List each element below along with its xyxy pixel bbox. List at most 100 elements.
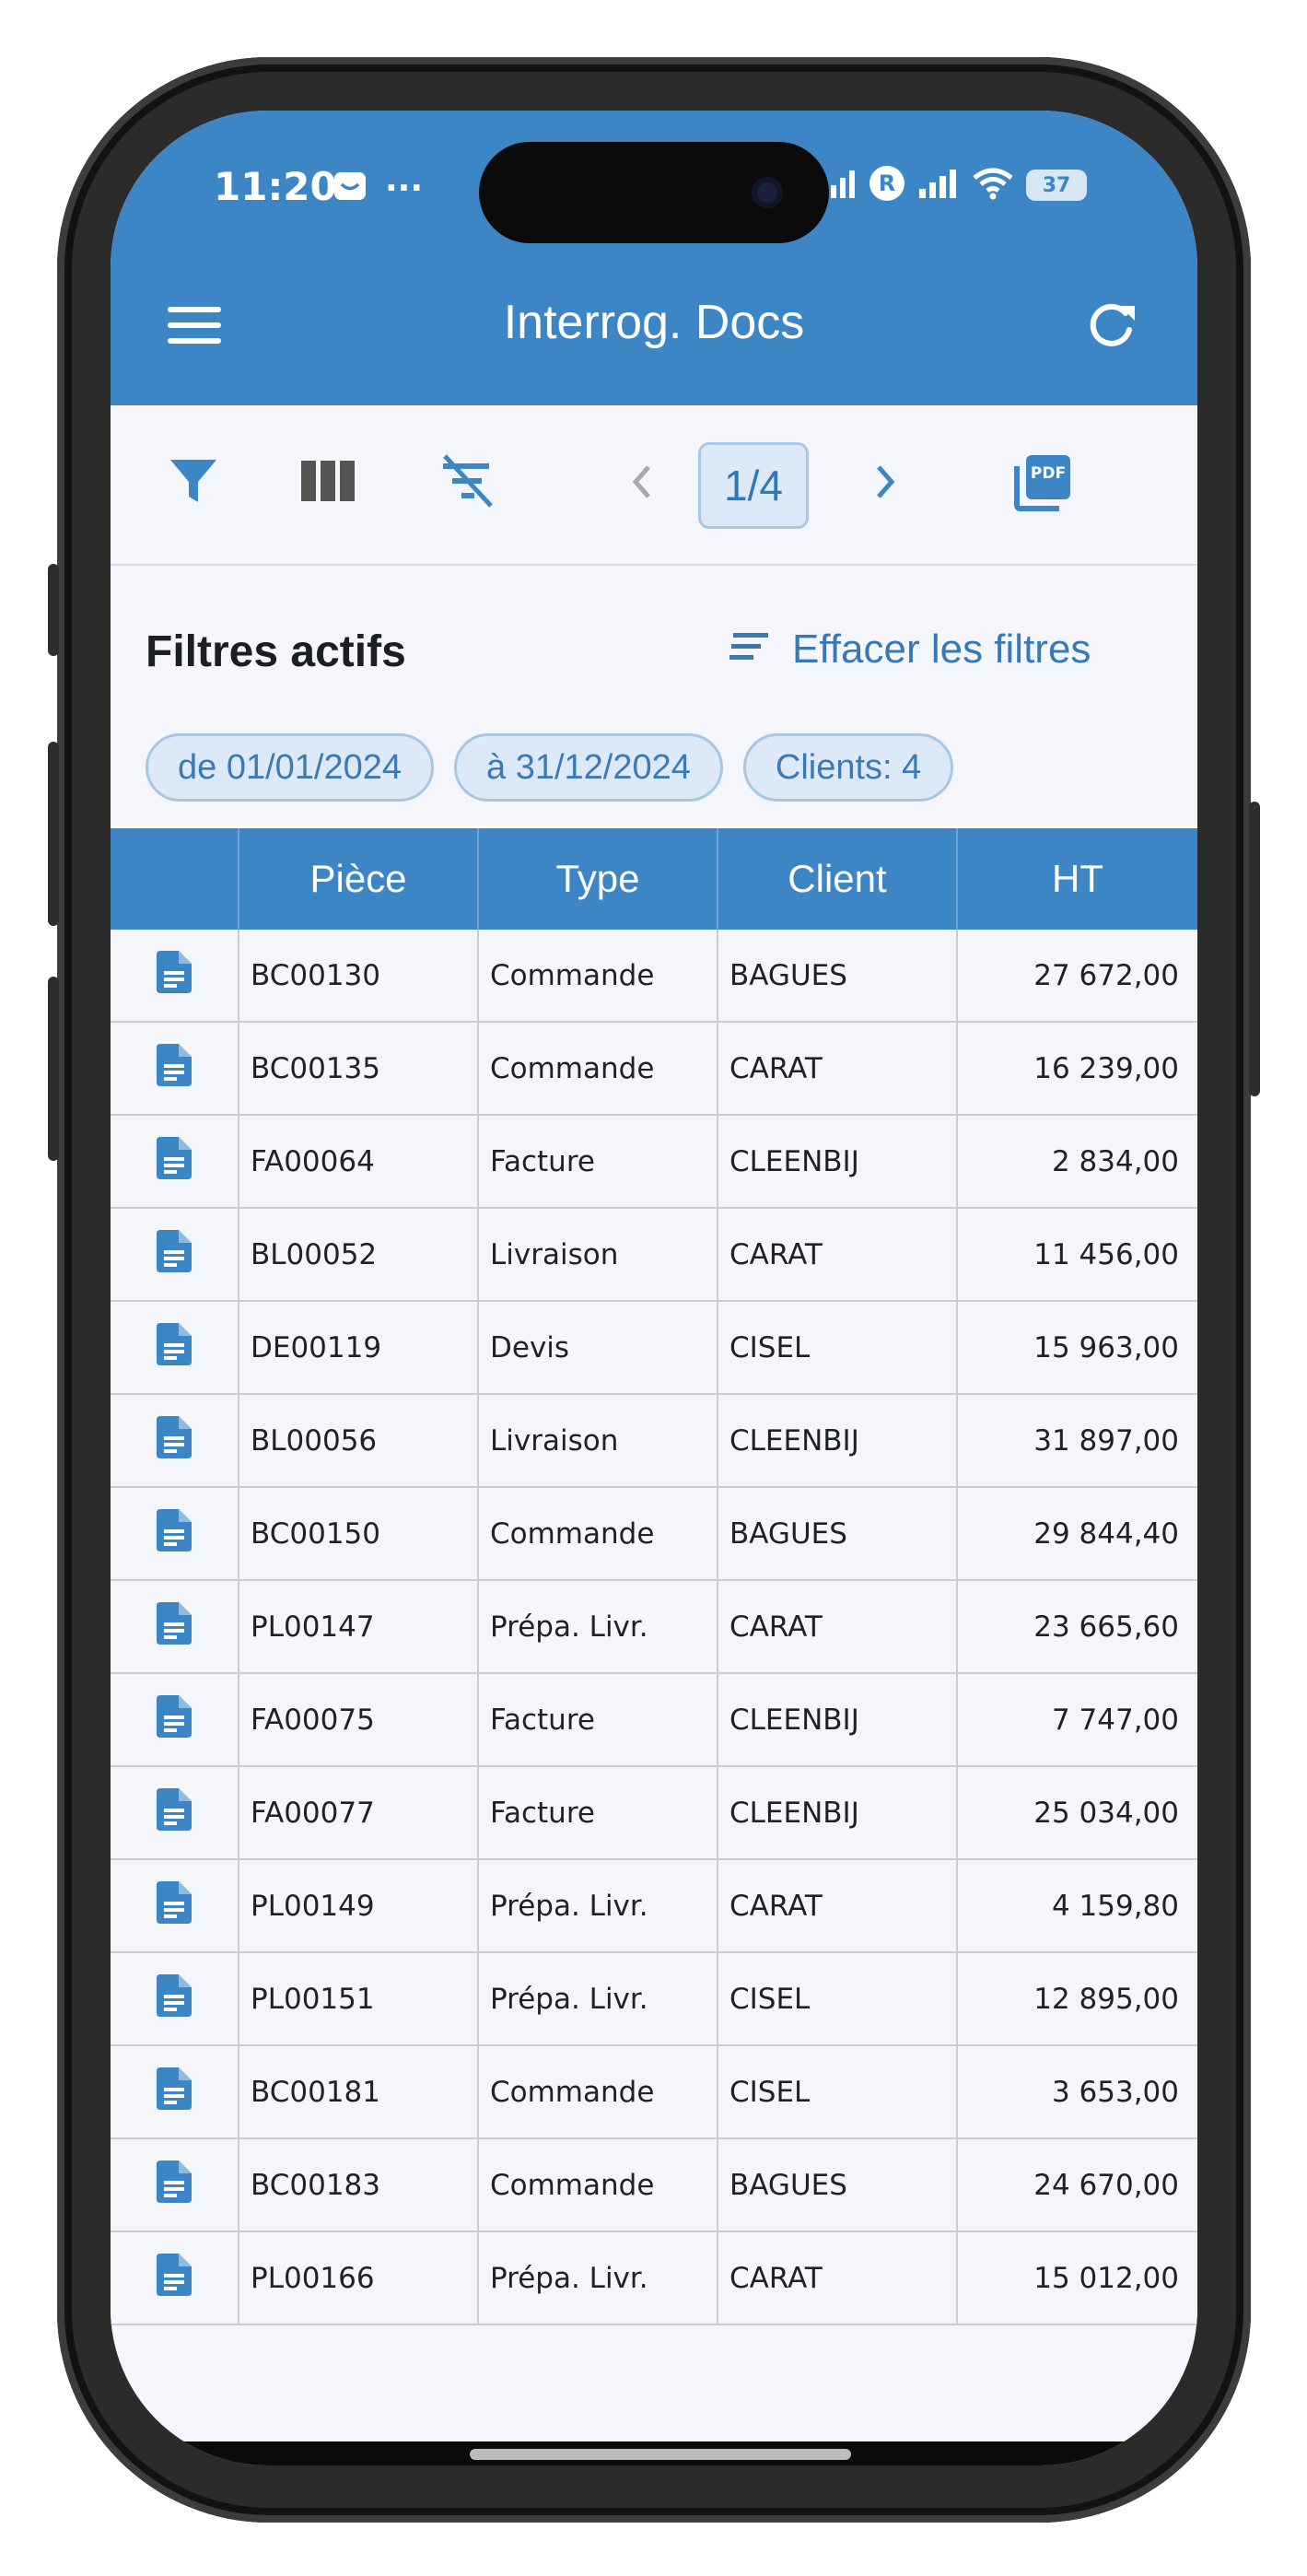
table-row[interactable]: BC00130 Commande BAGUES 27 672,00 <box>111 930 1197 1023</box>
cell-type: Commande <box>479 2046 718 2137</box>
status-dots: ··· <box>385 169 424 207</box>
document-icon[interactable] <box>157 1136 192 1187</box>
column-header-ht[interactable]: HT <box>958 828 1197 930</box>
document-icon[interactable] <box>157 2067 192 2117</box>
phone-volume-down-button <box>48 977 59 1161</box>
clear-filter-button[interactable] <box>435 450 501 516</box>
r-badge-icon: R <box>868 164 906 206</box>
next-page-button[interactable] <box>860 459 910 509</box>
cell-client: CISEL <box>718 2046 958 2137</box>
document-icon-cell[interactable] <box>111 2139 239 2231</box>
document-icon[interactable] <box>157 2160 192 2210</box>
document-icon-cell[interactable] <box>111 1767 239 1858</box>
cell-ht: 24 670,00 <box>1033 2168 1179 2202</box>
status-right-icons: R 37 <box>829 164 1087 206</box>
phone-action-button <box>48 564 59 656</box>
document-icon-cell[interactable] <box>111 1023 239 1114</box>
cell-piece: FA00077 <box>239 1767 479 1858</box>
cell-client: CISEL <box>718 1953 958 2044</box>
signal-icon-2 <box>917 167 960 204</box>
filter-chip-date-to[interactable]: à 31/12/2024 <box>454 733 723 802</box>
document-icon[interactable] <box>157 1601 192 1652</box>
cell-type: Commande <box>479 2139 718 2231</box>
cell-ht: 23 665,60 <box>1033 1610 1179 1644</box>
refresh-icon <box>1083 299 1138 357</box>
status-left-icons: ··· <box>332 168 423 208</box>
table-row[interactable]: BC00181 Commande CISEL 3 653,00 <box>111 2046 1197 2139</box>
table-row[interactable]: DE00119 Devis CISEL 15 963,00 <box>111 1302 1197 1395</box>
document-icon-cell[interactable] <box>111 1116 239 1207</box>
table-row[interactable]: FA00075 Facture CLEENBIJ 7 747,00 <box>111 1674 1197 1767</box>
table-row[interactable]: PL00151 Prépa. Livr. CISEL 12 895,00 <box>111 1953 1197 2046</box>
cell-client: BAGUES <box>718 2139 958 2231</box>
table-row[interactable]: BL00052 Livraison CARAT 11 456,00 <box>111 1209 1197 1302</box>
cell-piece: BL00056 <box>239 1395 479 1486</box>
document-icon-cell[interactable] <box>111 1395 239 1486</box>
battery-icon: 37 <box>1026 170 1087 201</box>
document-icon[interactable] <box>157 950 192 1001</box>
document-icon-cell[interactable] <box>111 1302 239 1393</box>
filter-chip-clients[interactable]: Clients: 4 <box>742 733 954 802</box>
columns-button[interactable] <box>295 450 361 516</box>
mail-icon <box>332 168 368 208</box>
cell-client: CARAT <box>718 1860 958 1951</box>
table-row[interactable]: FA00064 Facture CLEENBIJ 2 834,00 <box>111 1116 1197 1209</box>
chevron-right-icon <box>871 463 899 504</box>
cell-type: Prépa. Livr. <box>479 1860 718 1951</box>
previous-page-button[interactable] <box>617 459 667 509</box>
document-icon[interactable] <box>157 2253 192 2303</box>
document-icon-cell[interactable] <box>111 1860 239 1951</box>
column-header-piece[interactable]: Pièce <box>239 828 479 930</box>
document-icon-cell[interactable] <box>111 2046 239 2137</box>
document-icon[interactable] <box>157 1415 192 1466</box>
pdf-export-button[interactable]: PDF <box>1006 446 1079 520</box>
cell-piece: PL00166 <box>239 2232 479 2324</box>
cell-client: CARAT <box>718 1209 958 1300</box>
filter-button[interactable] <box>160 450 227 516</box>
cell-type: Livraison <box>479 1209 718 1300</box>
document-icon-cell[interactable] <box>111 1488 239 1579</box>
document-icon[interactable] <box>157 1043 192 1094</box>
document-icon[interactable] <box>157 1229 192 1280</box>
refresh-button[interactable] <box>1076 293 1146 363</box>
cell-client: CLEENBIJ <box>718 1674 958 1765</box>
document-icon[interactable] <box>157 1694 192 1745</box>
document-icon[interactable] <box>157 1322 192 1373</box>
cell-piece: BC00130 <box>239 930 479 1021</box>
document-icon[interactable] <box>157 1973 192 2024</box>
table-row[interactable]: PL00149 Prépa. Livr. CARAT 4 159,80 <box>111 1860 1197 1953</box>
document-icon[interactable] <box>157 1880 192 1931</box>
dynamic-island <box>479 142 829 243</box>
table-row[interactable]: BL00056 Livraison CLEENBIJ 31 897,00 <box>111 1395 1197 1488</box>
document-icon-cell[interactable] <box>111 1209 239 1300</box>
cell-piece: FA00075 <box>239 1674 479 1765</box>
table-row[interactable]: PL00166 Prépa. Livr. CARAT 15 012,00 <box>111 2232 1197 2325</box>
cell-ht: 15 963,00 <box>1033 1330 1179 1364</box>
document-icon[interactable] <box>157 1787 192 1838</box>
table-row[interactable]: BC00183 Commande BAGUES 24 670,00 <box>111 2139 1197 2232</box>
column-header-client[interactable]: Client <box>718 828 958 930</box>
filter-chip-date-from[interactable]: de 01/01/2024 <box>146 733 435 802</box>
cell-client: CARAT <box>718 1023 958 1114</box>
document-icon-cell[interactable] <box>111 1953 239 2044</box>
clear-filters-button[interactable]: Effacer les filtres <box>729 626 1091 673</box>
cell-type: Commande <box>479 1488 718 1579</box>
cell-type: Facture <box>479 1767 718 1858</box>
document-icon[interactable] <box>157 1508 192 1559</box>
app-screen: 11:20 ··· R 37 Interrog. Docs 1/4 PDF Fi… <box>111 111 1197 2465</box>
table-row[interactable]: BC00135 Commande CARAT 16 239,00 <box>111 1023 1197 1116</box>
document-icon-cell[interactable] <box>111 1674 239 1765</box>
document-icon-cell[interactable] <box>111 2232 239 2324</box>
cell-piece: DE00119 <box>239 1302 479 1393</box>
page-title: Interrog. Docs <box>503 296 805 349</box>
column-header-type[interactable]: Type <box>479 828 718 930</box>
document-icon-cell[interactable] <box>111 930 239 1021</box>
table-row[interactable]: PL00147 Prépa. Livr. CARAT 23 665,60 <box>111 1581 1197 1674</box>
cell-ht: 12 895,00 <box>1033 1982 1179 2016</box>
wifi-icon <box>971 165 1015 205</box>
table-row[interactable]: BC00150 Commande BAGUES 29 844,40 <box>111 1488 1197 1581</box>
table-row[interactable]: FA00077 Facture CLEENBIJ 25 034,00 <box>111 1767 1197 1860</box>
cell-type: Livraison <box>479 1395 718 1486</box>
document-icon-cell[interactable] <box>111 1581 239 1672</box>
cell-ht: 25 034,00 <box>1033 1796 1179 1830</box>
